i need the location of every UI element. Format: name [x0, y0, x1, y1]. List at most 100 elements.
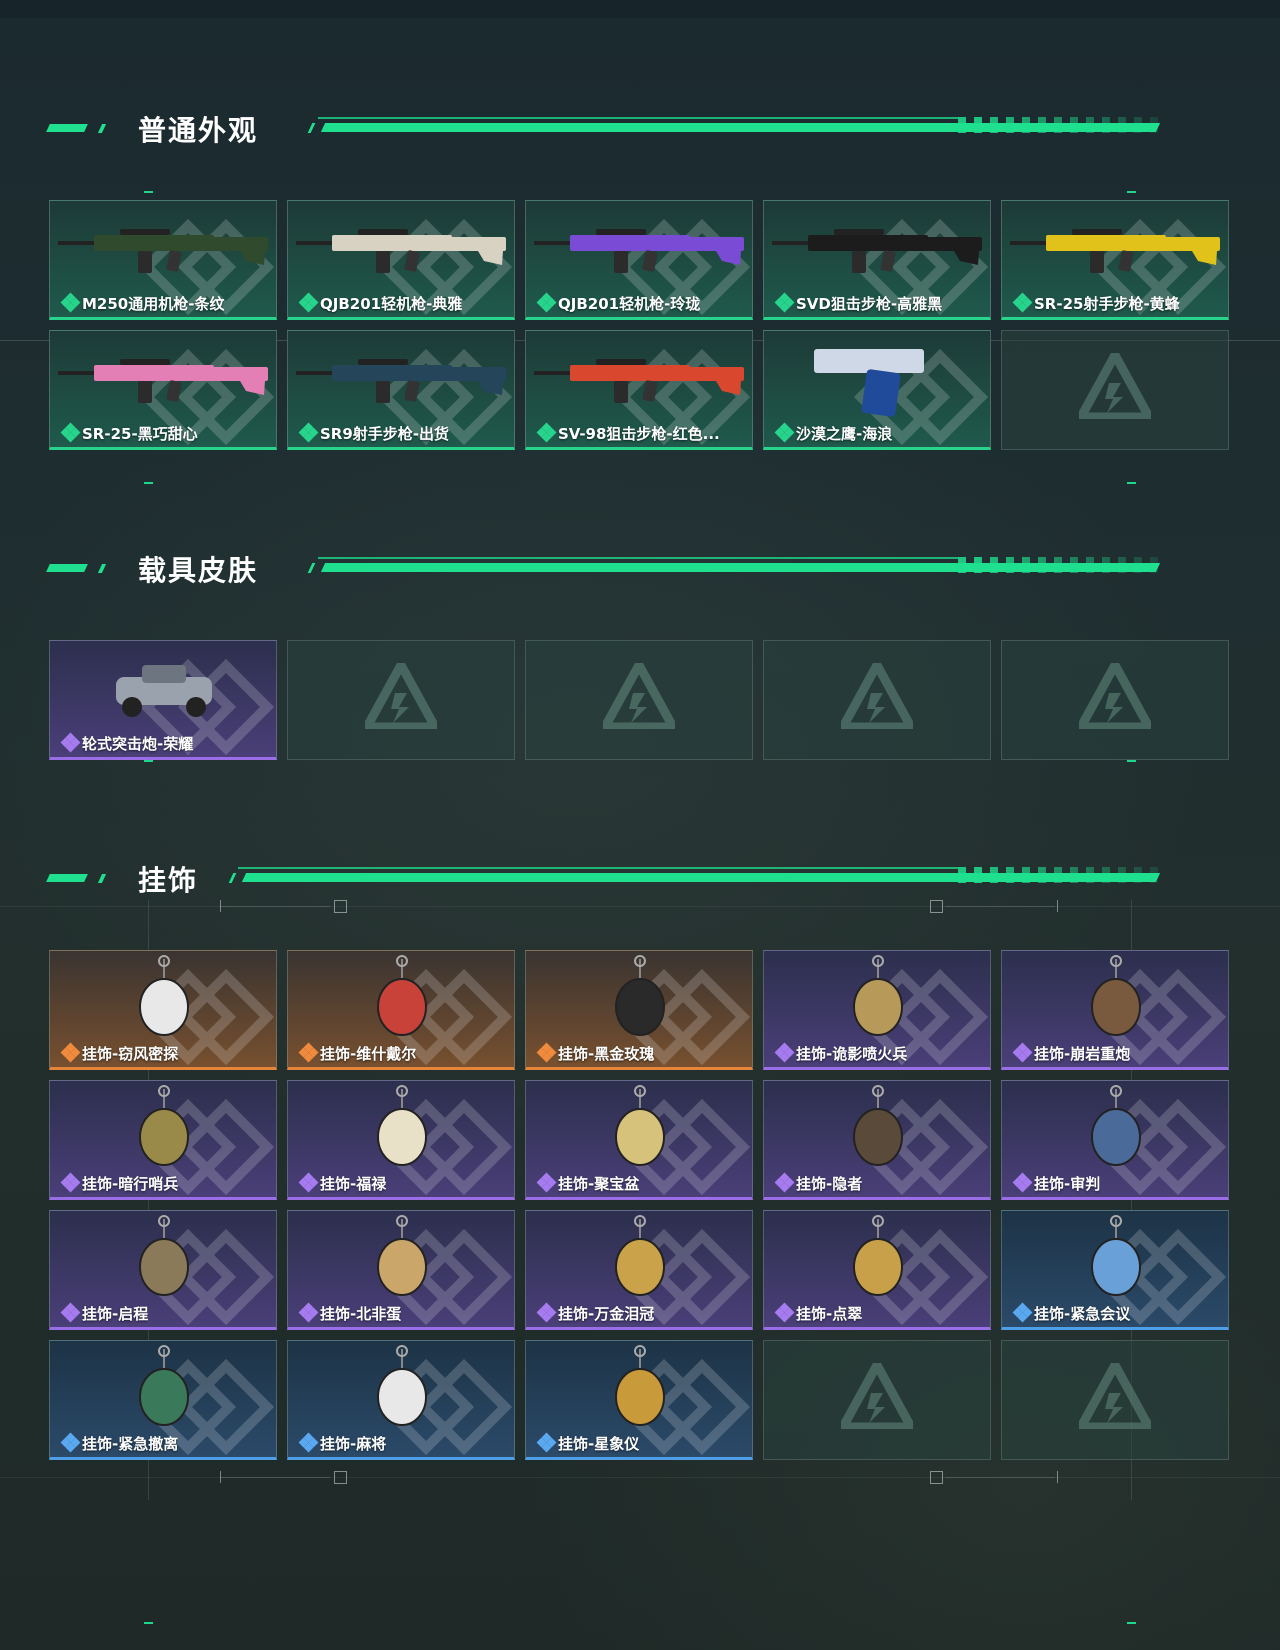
item-label: 挂饰-紧急撤离 [82, 1435, 179, 1453]
empty-slot [763, 640, 991, 760]
rarity-icon [1012, 1172, 1033, 1193]
rarity-icon [536, 292, 557, 313]
empty-slot-logo-icon [603, 663, 675, 729]
charm-image [139, 955, 189, 1036]
header-accent [307, 563, 316, 573]
rarity-icon [298, 1432, 319, 1453]
corner-tick [144, 191, 153, 193]
header-accent [46, 874, 88, 882]
charm-image [139, 1345, 189, 1426]
item-label: 挂饰-北非蛋 [320, 1305, 402, 1323]
item-label: SVD狙击步枪-高雅黑 [796, 295, 943, 313]
charm-image [615, 955, 665, 1036]
item-card[interactable]: 挂饰-崩岩重炮 [1001, 950, 1229, 1070]
item-card[interactable]: 挂饰-启程 [49, 1210, 277, 1330]
vehicle-image [116, 665, 212, 717]
empty-slot-logo-icon [1079, 663, 1151, 729]
corner-tick [144, 1622, 153, 1624]
item-label: 沙漠之鹰-海浪 [796, 425, 893, 443]
item-card[interactable]: 挂饰-万金泪冠 [525, 1210, 753, 1330]
rarity-icon [774, 422, 795, 443]
section-header-vehicle: 载具皮肤 [46, 548, 1198, 588]
item-label: 挂饰-紧急会议 [1034, 1305, 1131, 1323]
marker [1057, 900, 1058, 912]
empty-slot [1001, 330, 1229, 450]
rarity-icon [536, 1432, 557, 1453]
item-card[interactable]: 挂饰-隐者 [763, 1080, 991, 1200]
corner-tick [1127, 1622, 1136, 1624]
section-title: 载具皮肤 [138, 554, 259, 587]
item-card[interactable]: QJB201轻机枪-典雅 [287, 200, 515, 320]
square-marker [930, 1471, 943, 1484]
item-card[interactable]: 挂饰-诡影喷火兵 [763, 950, 991, 1070]
item-label: 轮式突击炮-荣耀 [82, 735, 194, 753]
rarity-icon [60, 422, 81, 443]
item-label: 挂饰-诡影喷火兵 [796, 1045, 908, 1063]
charm-image [1091, 1085, 1141, 1166]
item-card[interactable]: 挂饰-紧急撤离 [49, 1340, 277, 1460]
item-card[interactable]: QJB201轻机枪-玲珑 [525, 200, 753, 320]
section-header-charms: 挂饰 [46, 858, 1198, 898]
item-label: 挂饰-星象仪 [558, 1435, 640, 1453]
corner-tick [144, 482, 153, 484]
rarity-icon [1012, 292, 1033, 313]
item-card[interactable]: SR-25射手步枪-黄蜂 [1001, 200, 1229, 320]
corner-tick [1127, 482, 1136, 484]
item-label: 挂饰-审判 [1034, 1175, 1101, 1193]
empty-slot [1001, 1340, 1229, 1460]
header-accent [46, 124, 88, 132]
header-checker [958, 867, 1158, 883]
item-card[interactable]: 轮式突击炮-荣耀 [49, 640, 277, 760]
header-accent [228, 873, 237, 883]
item-card[interactable]: 挂饰-北非蛋 [287, 1210, 515, 1330]
item-label: 挂饰-窃风密探 [82, 1045, 179, 1063]
empty-slot [763, 1340, 991, 1460]
corner-tick [144, 760, 153, 762]
item-card[interactable]: 挂饰-暗行哨兵 [49, 1080, 277, 1200]
charm-image [139, 1215, 189, 1296]
item-label: 挂饰-点翠 [796, 1305, 863, 1323]
rarity-icon [298, 1042, 319, 1063]
charm-image [853, 955, 903, 1036]
charms-grid: 挂饰-窃风密探 挂饰-维什戴尔 挂饰-黑金玫瑰 挂饰-诡影喷火兵 挂饰-崩岩重炮挂饰-暗… [49, 950, 1229, 1460]
empty-slot [1001, 640, 1229, 760]
charm-image [377, 1215, 427, 1296]
empty-slot-logo-icon [1079, 1363, 1151, 1429]
header-checker [958, 557, 1158, 573]
item-card[interactable]: SV-98狙击步枪-红色... [525, 330, 753, 450]
item-card[interactable]: 挂饰-审判 [1001, 1080, 1229, 1200]
header-line [318, 117, 958, 119]
item-label: 挂饰-聚宝盆 [558, 1175, 640, 1193]
item-card[interactable]: 挂饰-窃风密探 [49, 950, 277, 1070]
item-card[interactable]: SR9射手步枪-出货 [287, 330, 515, 450]
rarity-icon [60, 732, 81, 753]
pistol-image [814, 349, 924, 417]
item-card[interactable]: SVD狙击步枪-高雅黑 [763, 200, 991, 320]
item-card[interactable]: 挂饰-聚宝盆 [525, 1080, 753, 1200]
item-card[interactable]: 挂饰-星象仪 [525, 1340, 753, 1460]
item-card[interactable]: 挂饰-点翠 [763, 1210, 991, 1330]
skins-grid: M250通用机枪-条纹 QJB201轻机枪-典雅 QJB201轻机枪-玲珑 SVD狙击… [49, 200, 1229, 450]
rarity-icon [1012, 1302, 1033, 1323]
item-card[interactable]: SR-25-黑巧甜心 [49, 330, 277, 450]
header-accent [97, 564, 107, 573]
marker [220, 900, 221, 912]
item-card[interactable]: 挂饰-福禄 [287, 1080, 515, 1200]
empty-slot-logo-icon [841, 663, 913, 729]
item-card[interactable]: 挂饰-黑金玫瑰 [525, 950, 753, 1070]
item-card[interactable]: 挂饰-紧急会议 [1001, 1210, 1229, 1330]
item-card[interactable]: 挂饰-麻将 [287, 1340, 515, 1460]
header-line [318, 557, 958, 559]
item-card[interactable]: 挂饰-维什戴尔 [287, 950, 515, 1070]
item-label: SR-25-黑巧甜心 [82, 425, 198, 443]
item-label: SV-98狙击步枪-红色... [558, 425, 720, 443]
rarity-icon [774, 292, 795, 313]
item-card[interactable]: M250通用机枪-条纹 [49, 200, 277, 320]
charm-image [377, 955, 427, 1036]
charm-image [139, 1085, 189, 1166]
light-machine-gun-image [296, 229, 506, 273]
machine-gun-image [58, 229, 268, 273]
rarity-icon [60, 1302, 81, 1323]
corner-tick [1127, 760, 1136, 762]
item-card[interactable]: 沙漠之鹰-海浪 [763, 330, 991, 450]
